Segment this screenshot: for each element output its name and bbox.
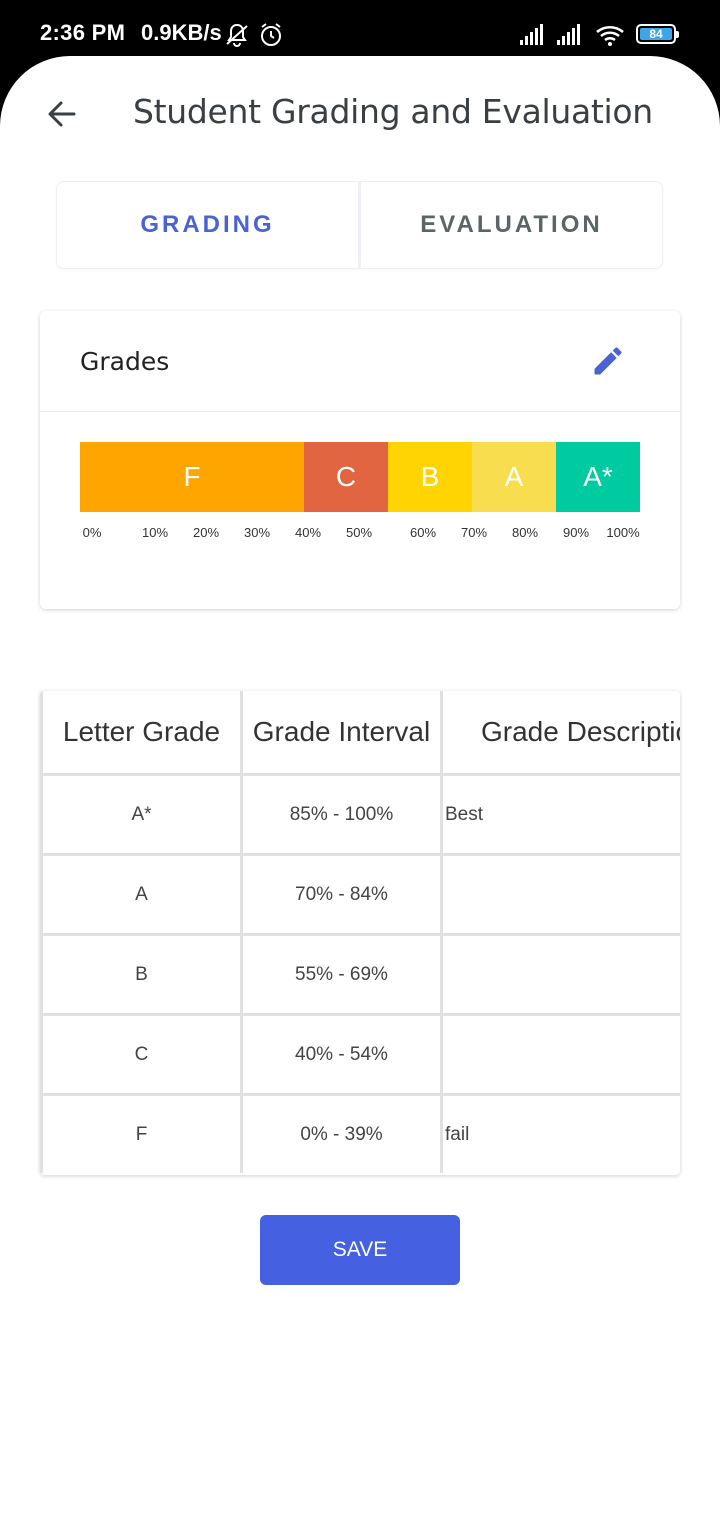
cell-letter-grade[interactable]: B xyxy=(40,936,240,1013)
grade-scale-tick-label: 30% xyxy=(243,525,271,540)
column-header-grade-interval: Grade Interval xyxy=(240,691,440,773)
cell-letter-grade[interactable]: F xyxy=(40,1096,240,1173)
column-header-grade-description: Grade Descriptio xyxy=(440,691,680,773)
grades-card: Grades F C B A A* 0% 10% 20% 30% 40% 50% 60% 70% 80%… xyxy=(40,311,680,609)
cell-grade-interval[interactable]: 55% - 69% xyxy=(240,936,440,1013)
divider xyxy=(40,411,680,412)
mute-icon xyxy=(226,23,248,47)
column-header-letter-grade: Letter Grade xyxy=(40,691,240,773)
cell-grade-interval[interactable]: 70% - 84% xyxy=(240,856,440,933)
status-bar: 2:36 PM 0.9KB/s 84 xyxy=(0,0,720,60)
cell-letter-grade[interactable]: A* xyxy=(40,776,240,853)
save-button[interactable]: SAVE xyxy=(260,1215,460,1285)
table-row[interactable]: A* 85% - 100% Best xyxy=(40,776,680,853)
cell-grade-interval[interactable]: 40% - 54% xyxy=(240,1016,440,1093)
grade-segment: F xyxy=(80,442,304,512)
cell-grade-description[interactable] xyxy=(440,936,680,1013)
signal-icon xyxy=(520,24,543,45)
grades-card-title: Grades xyxy=(80,347,170,376)
grade-scale-tick-label: 80% xyxy=(511,525,539,540)
alarm-icon xyxy=(261,23,281,46)
tab-evaluation[interactable]: EVALUATION xyxy=(358,182,662,268)
grade-scale-tick-label: 50% xyxy=(345,525,373,540)
page-title: Student Grading and Evaluation xyxy=(133,92,653,131)
cell-grade-description[interactable] xyxy=(440,1016,680,1093)
status-time: 2:36 PM xyxy=(40,20,126,45)
grade-scale-tick-label: 10% xyxy=(141,525,169,540)
table-header-row: Letter Grade Grade Interval Grade Descri… xyxy=(40,691,680,773)
table-row[interactable]: B 55% - 69% xyxy=(40,936,680,1013)
grade-scale-tick-label: 60% xyxy=(409,525,437,540)
table-row[interactable]: C 40% - 54% xyxy=(40,1016,680,1093)
battery-icon: 84 xyxy=(636,24,679,44)
grade-table: Letter Grade Grade Interval Grade Descri… xyxy=(40,691,680,1175)
grade-segment: A xyxy=(472,442,556,512)
table-row[interactable]: F 0% - 39% fail xyxy=(40,1096,680,1173)
grade-segment: A* xyxy=(556,442,640,512)
grade-scale-tick-label: 70% xyxy=(460,525,488,540)
cell-grade-interval[interactable]: 0% - 39% xyxy=(240,1096,440,1173)
cell-grade-interval[interactable]: 85% - 100% xyxy=(240,776,440,853)
cell-letter-grade[interactable]: A xyxy=(40,856,240,933)
wifi-icon xyxy=(596,25,624,46)
status-speed: 0.9KB/s xyxy=(141,20,222,45)
arrow-left-icon[interactable] xyxy=(44,96,80,132)
grade-segment: C xyxy=(304,442,388,512)
grade-scale-bar: F C B A A* xyxy=(80,442,640,512)
cell-letter-grade[interactable]: C xyxy=(40,1016,240,1093)
cell-grade-description[interactable]: fail xyxy=(440,1096,680,1173)
page: Student Grading and Evaluation GRADING E… xyxy=(0,56,720,1520)
grade-segment: B xyxy=(388,442,472,512)
tab-bar: GRADING EVALUATION xyxy=(56,181,663,269)
battery-level: 84 xyxy=(640,28,672,40)
tab-grading[interactable]: GRADING xyxy=(57,182,358,268)
table-row[interactable]: A 70% - 84% xyxy=(40,856,680,933)
cell-grade-description[interactable]: Best xyxy=(440,776,680,853)
grade-scale-tick-label: 40% xyxy=(294,525,322,540)
pencil-icon[interactable] xyxy=(590,343,626,379)
cell-grade-description[interactable] xyxy=(440,856,680,933)
grade-scale-tick-label: 90% xyxy=(562,525,590,540)
grade-scale-tick-label: 100% xyxy=(606,525,640,540)
signal-icon xyxy=(557,24,580,45)
grade-scale-tick-label: 20% xyxy=(192,525,220,540)
grade-scale-tick-label: 0% xyxy=(82,525,102,540)
